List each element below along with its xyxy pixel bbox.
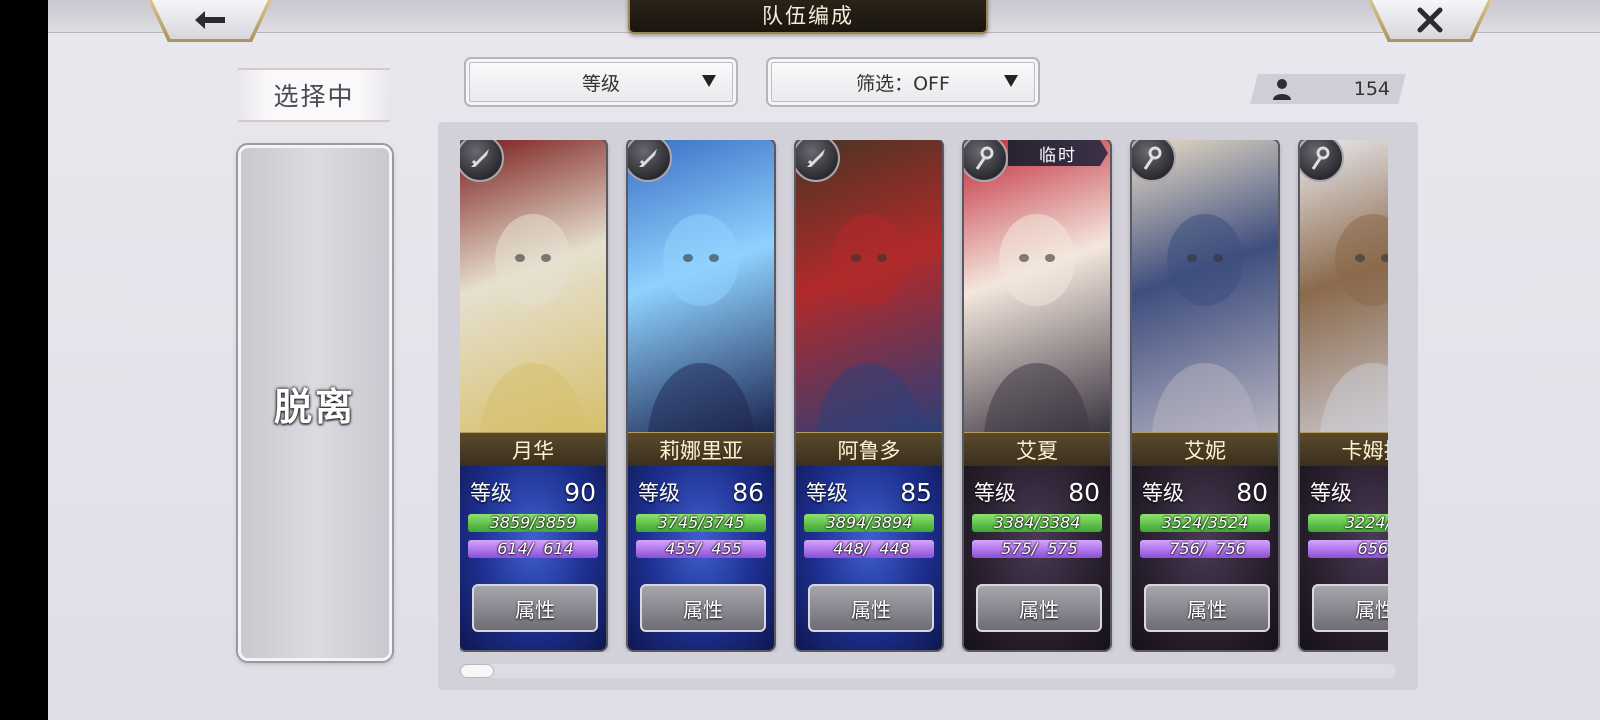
level-value: 80 [1068, 477, 1100, 507]
level-label: 等级 [806, 481, 848, 505]
character-name: 月华 [460, 432, 606, 468]
level-label: 等级 [470, 481, 512, 505]
scrollbar-thumb[interactable] [460, 664, 494, 678]
unit-count: 154 [1353, 78, 1390, 100]
character-portrait [460, 140, 606, 432]
level-row: 等级 85 [806, 476, 932, 508]
mp-bar: 575/ 575 [972, 540, 1102, 558]
level-value: 85 [900, 477, 932, 507]
attributes-button[interactable]: 属性 [472, 584, 598, 632]
character-stats: 等级 80 3384/3384 575/ 575 属性 [964, 466, 1110, 650]
character-card[interactable]: 艾妮等级 80 3524/3524 756/ 756 属性 [1132, 140, 1278, 650]
level-label: 等级 [1310, 481, 1352, 505]
level-row: 等级 [1310, 476, 1388, 508]
selecting-label: 选择中 [238, 68, 390, 122]
sort-dropdown-label: 等级 [581, 72, 620, 95]
arrow-left-icon [195, 10, 225, 29]
attributes-button[interactable]: 属性 [640, 584, 766, 632]
character-name: 艾妮 [1132, 432, 1278, 468]
character-card[interactable]: 月华等级 90 3859/3859 614/ 614 属性 [460, 140, 606, 650]
character-portrait [628, 140, 774, 432]
level-row: 等级 90 [470, 476, 596, 508]
hp-bar: 3384/3384 [972, 514, 1102, 532]
hp-bar: 3745/3745 [636, 514, 766, 532]
character-portrait [1132, 140, 1278, 432]
character-name: 卡姆拉 [1300, 432, 1388, 468]
character-card[interactable]: 阿鲁多等级 85 3894/3894 448/ 448 属性 [796, 140, 942, 650]
close-button[interactable] [1368, 0, 1492, 42]
character-portrait [1300, 140, 1388, 432]
character-stats: 等级 3224/3 656/属性 [1300, 466, 1388, 650]
mp-bar: 614/ 614 [468, 540, 598, 558]
hp-bar: 3894/3894 [804, 514, 934, 532]
character-portrait [796, 140, 942, 432]
level-label: 等级 [638, 481, 680, 505]
character-name: 莉娜里亚 [628, 432, 774, 468]
level-row: 等级 80 [1142, 476, 1268, 508]
level-row: 等级 80 [974, 476, 1100, 508]
unit-count-badge: 154 [1250, 74, 1406, 104]
character-stats: 等级 90 3859/3859 614/ 614 属性 [460, 466, 606, 650]
attributes-button[interactable]: 属性 [808, 584, 934, 632]
leave-party-button[interactable]: 脱离 [238, 145, 392, 661]
level-row: 等级 86 [638, 476, 764, 508]
level-label: 等级 [974, 481, 1016, 505]
horizontal-scrollbar[interactable] [460, 664, 1396, 678]
character-card[interactable]: 卡姆拉等级 3224/3 656/属性 [1300, 140, 1388, 650]
card-list: 月华等级 90 3859/3859 614/ 614 属性 莉娜里亚等级 86 3745/3… [460, 140, 1388, 652]
character-card[interactable]: 临时艾夏等级 80 3384/3384 575/ 575 属性 [964, 140, 1110, 650]
filter-dropdown-label: 筛选：OFF [856, 72, 950, 95]
chevron-down-icon [1004, 75, 1018, 87]
character-card[interactable]: 莉娜里亚等级 86 3745/3745 455/ 455 属性 [628, 140, 774, 650]
mp-bar: 656/ [1308, 540, 1388, 558]
hp-bar: 3524/3524 [1140, 514, 1270, 532]
attributes-button[interactable]: 属性 [976, 584, 1102, 632]
team-formation-screen: 队伍编成 选择中 脱离 等级 筛选：OFF 154 月华 等级 90 3859/385… [48, 0, 1600, 720]
leave-party-label: 脱离 [273, 384, 356, 429]
page-title: 队伍编成 [628, 0, 988, 34]
level-value: 80 [1236, 477, 1268, 507]
attributes-button[interactable]: 属性 [1144, 584, 1270, 632]
character-name: 阿鲁多 [796, 432, 942, 468]
character-portrait [964, 140, 1110, 432]
character-stats: 等级 86 3745/3745 455/ 455 属性 [628, 466, 774, 650]
chevron-down-icon [702, 75, 716, 87]
level-value: 86 [732, 477, 764, 507]
hp-bar: 3859/3859 [468, 514, 598, 532]
level-value: 90 [564, 477, 596, 507]
character-roster: 月华等级 90 3859/3859 614/ 614 属性 莉娜里亚等级 86 3745/3… [438, 122, 1418, 690]
back-button[interactable] [148, 0, 272, 42]
mp-bar: 756/ 756 [1140, 540, 1270, 558]
sort-dropdown[interactable]: 等级 [464, 57, 738, 107]
character-stats: 等级 85 3894/3894 448/ 448 属性 [796, 466, 942, 650]
hp-bar: 3224/3 [1308, 514, 1388, 532]
filter-dropdown[interactable]: 筛选：OFF [766, 57, 1040, 107]
mp-bar: 455/ 455 [636, 540, 766, 558]
attributes-button[interactable]: 属性 [1312, 584, 1388, 632]
character-stats: 等级 80 3524/3524 756/ 756 属性 [1132, 466, 1278, 650]
person-icon [1273, 79, 1291, 100]
close-icon [1417, 7, 1443, 32]
character-name: 艾夏 [964, 432, 1110, 468]
temporary-tag: 临时 [1008, 140, 1108, 166]
level-label: 等级 [1142, 481, 1184, 505]
mp-bar: 448/ 448 [804, 540, 934, 558]
